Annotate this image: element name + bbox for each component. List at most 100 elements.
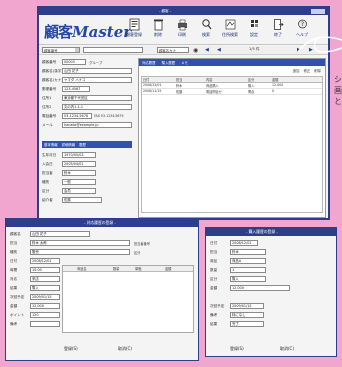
search-key-input[interactable] (83, 47, 143, 53)
main-title-bar[interactable]: - 顧客 - (39, 8, 328, 15)
dialog-date-input[interactable]: 2008/12/01 (30, 258, 60, 264)
toolbar-label: 住所検索 (222, 32, 238, 37)
customer-number-input[interactable]: 00003 (62, 59, 86, 65)
form-row: 顧客名 山田 花子 (10, 230, 196, 238)
purchase-item-select[interactable]: 商品A (230, 258, 266, 264)
address2-input[interactable]: 丸の内1-1-1 (62, 104, 132, 110)
dialog-title-bar[interactable]: - 購入履歴の登録 - (206, 228, 336, 236)
dialog-response-select[interactable]: 来店 (30, 276, 60, 282)
purchase-amount-input[interactable]: 12,000 (230, 285, 290, 291)
history-tab[interactable]: 対応履歴 (139, 59, 159, 66)
purchase-notes-input[interactable]: 特になし (230, 312, 264, 318)
history-table: 日付 担当 内容 区分 金額 2008/12/01 鈴木 商品購入 購入 12,… (141, 76, 323, 213)
purchase-lower-fields: 次回予定 2009/01/15 備考 特になし 結果 完了 (210, 302, 334, 329)
window-controls[interactable] (311, 9, 325, 14)
form-row: 紹介者 佐藤 (42, 196, 132, 204)
items-table-header: 商品名 数量 単価 金額 (63, 266, 193, 272)
toolbar-label: 顧客登録 (126, 32, 142, 37)
customer-form: 顧客番号 00003 グループ 顧客名(漢字) 山田 花子 顧客名(カナ) ヤマダ ハナ… (42, 58, 132, 218)
toolbar-button-delete[interactable]: 削除 (149, 18, 167, 42)
logo-latin: Master (72, 23, 132, 41)
toolbar-button-address[interactable]: 住所検索 (221, 18, 239, 42)
column-header[interactable]: 金額 (272, 77, 296, 82)
category-select[interactable]: 会員 (62, 188, 96, 194)
dialog-time-input[interactable]: 10:00 (30, 267, 60, 273)
toolbar-button-exit[interactable]: 終了 (269, 18, 287, 42)
delete-history-button[interactable]: 削除 (314, 68, 321, 73)
form-row: メール hanako@example.jp (42, 121, 132, 129)
address1-input[interactable]: 東京都千代田区 (62, 95, 132, 101)
app-logo: 顧客 Master (44, 21, 131, 42)
email-input[interactable]: hanako@example.jp (62, 122, 132, 128)
toolbar-button-print[interactable]: 印刷 (173, 18, 191, 42)
history-tab[interactable]: メモ (178, 59, 191, 66)
column-header[interactable]: 内容 (206, 77, 248, 82)
card-icon (129, 18, 139, 31)
toolbar-button-register[interactable]: 顧客登録 (125, 18, 143, 42)
customer-kana-input[interactable]: ヤマダ ハナコ (62, 77, 132, 83)
prev-record-icon[interactable]: ◀ (217, 47, 221, 53)
dialog-points-input[interactable]: 120 (30, 312, 60, 318)
dialog-notes-input[interactable] (30, 321, 60, 327)
dialog-amount-input[interactable]: 12,000 (30, 303, 60, 309)
section-tab[interactable]: 基本情報 (42, 141, 60, 148)
postal-code-input[interactable]: 123-4567 (62, 86, 90, 92)
purchase-date-input[interactable]: 2008/12/01 (230, 240, 258, 246)
phone-input[interactable]: 03-1234-5678 (62, 113, 92, 119)
purchase-result-select[interactable]: 完了 (230, 321, 264, 327)
table-row[interactable]: 2008/11/15 佐藤 電話問合せ 問合 0 (142, 89, 322, 95)
sort-select[interactable]: 顧客名カナ (157, 47, 189, 53)
form-row: 次回予定 2009/01/15 (210, 302, 334, 310)
dialog-save-button[interactable]: 登録(S) (230, 346, 244, 352)
form-row: 商品 商品A (210, 257, 334, 265)
dialog-staff-select[interactable]: 鈴木 太郎 (30, 240, 130, 246)
first-record-icon[interactable]: ◀ (205, 47, 209, 53)
form-row: 区分 会員 (42, 187, 132, 195)
join-date-input[interactable]: 2005/04/01 (62, 161, 96, 167)
main-window: - 顧客 - 顧客 Master 顧客登録 削除 印刷 検索 住所検索 設定 終… (37, 6, 330, 220)
toolbar-button-search[interactable]: 検索 (197, 18, 215, 42)
column-header[interactable]: 日付 (142, 77, 176, 82)
binoculars-icon[interactable]: ◉ (193, 47, 198, 54)
dialog-cancel-button[interactable]: 取消(C) (280, 346, 294, 352)
exit-icon (273, 19, 284, 30)
purchase-qty-input[interactable]: 1 (230, 267, 266, 273)
dialog-customer-input[interactable]: 山田 花子 (30, 231, 90, 237)
referrer-input[interactable]: 佐藤 (62, 197, 102, 203)
section-tab[interactable]: 詳細情報 (60, 141, 78, 148)
dialog-result-select[interactable]: 購入 (30, 285, 60, 291)
section-tab[interactable]: 履歴 (77, 141, 88, 148)
history-tab[interactable]: 購入履歴 (159, 59, 179, 66)
column-header[interactable]: 単価 (135, 266, 165, 271)
history-entry-dialog: - 対応履歴の登録 - 顧客名 山田 花子 担当 鈴木 太郎 担当者番号 種別 販売 区分… (5, 218, 199, 361)
add-history-button[interactable]: 追加 (293, 68, 300, 73)
edit-history-button[interactable]: 修正 (303, 68, 310, 73)
form-row: 顧客名(カナ) ヤマダ ハナコ (42, 76, 132, 84)
toolbar-button-settings[interactable]: 設定 (245, 18, 263, 42)
birthday-input[interactable]: 1970/05/03 (62, 152, 96, 158)
column-header[interactable]: 区分 (248, 77, 272, 82)
dialog-save-button[interactable]: 登録(S) (64, 346, 78, 352)
purchase-next-date-input[interactable]: 2009/01/15 (230, 303, 264, 309)
column-header[interactable]: 商品名 (63, 266, 113, 271)
purchase-category-select[interactable]: 購入 (230, 276, 266, 282)
toolbar-label: 設定 (250, 32, 258, 37)
nav-row: 顧客番号 顧客名カナ ◉ ◀ ◀ 1/5 件 ▶ ▶ (39, 46, 328, 55)
search-key-select[interactable]: 顧客番号 (42, 47, 80, 53)
column-header[interactable]: 担当 (176, 77, 206, 82)
form-row: 結果 完了 (210, 320, 334, 328)
form-row: 生年月日 1970/05/03 (42, 151, 132, 159)
type-input[interactable]: 一般 (62, 179, 96, 185)
customer-name-input[interactable]: 山田 花子 (62, 68, 132, 74)
dialog-type-select[interactable]: 販売 (30, 249, 130, 255)
purchase-staff-select[interactable]: 鈴木 (230, 249, 266, 255)
column-header[interactable]: 数量 (113, 266, 135, 271)
toolbar-label: 検索 (202, 32, 210, 37)
column-header[interactable]: 金額 (165, 266, 193, 271)
dialog-next-date-input[interactable]: 2009/01/15 (30, 294, 60, 300)
toolbar-label: 削除 (154, 32, 162, 37)
staff-input[interactable]: 鈴木 (62, 170, 96, 176)
dialog-title-bar[interactable]: - 対応履歴の登録 - (6, 219, 198, 227)
settings-icon (250, 20, 258, 27)
dialog-cancel-button[interactable]: 取消(C) (118, 346, 132, 352)
